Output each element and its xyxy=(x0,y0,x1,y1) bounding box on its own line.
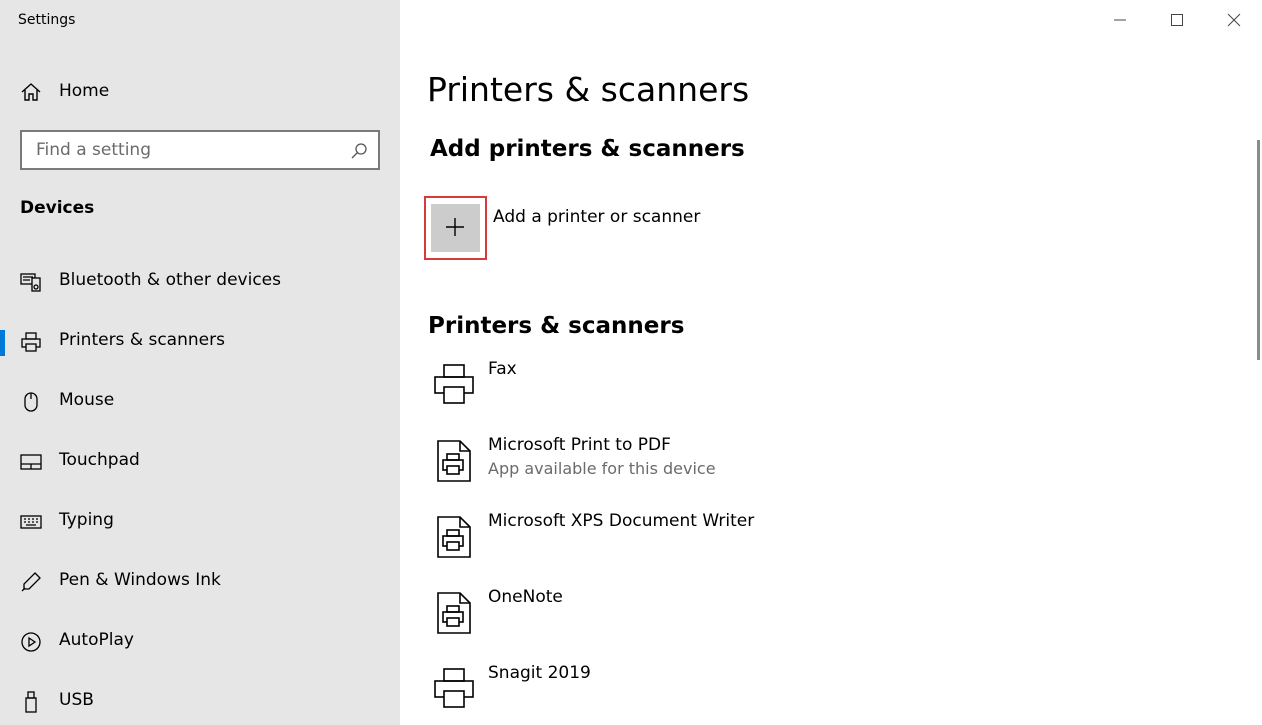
plus-icon xyxy=(446,218,464,236)
sidebar-item-typing[interactable]: Typing xyxy=(0,498,400,546)
sidebar-item-label: USB xyxy=(59,690,94,710)
touchpad-icon xyxy=(20,451,42,473)
sidebar-item-label: AutoPlay xyxy=(59,630,134,650)
page-title: Printers & scanners xyxy=(427,70,750,109)
sidebar-item-printers[interactable]: Printers & scanners xyxy=(0,318,400,366)
minimize-button[interactable] xyxy=(1097,0,1143,40)
printers-list-heading: Printers & scanners xyxy=(428,313,685,339)
device-name: Fax xyxy=(488,359,517,379)
bluetooth-devices-icon xyxy=(20,271,42,293)
add-printer-button[interactable] xyxy=(424,196,487,260)
home-icon xyxy=(20,81,42,103)
search-box[interactable] xyxy=(20,130,380,170)
scrollbar[interactable] xyxy=(1257,140,1260,360)
sidebar-item-mouse[interactable]: Mouse xyxy=(0,378,400,426)
device-name: OneNote xyxy=(488,587,563,607)
device-subtitle: App available for this device xyxy=(488,459,716,478)
sidebar-item-usb[interactable]: USB xyxy=(0,678,400,725)
sidebar-item-label: Printers & scanners xyxy=(59,330,225,350)
autoplay-icon xyxy=(20,631,42,653)
maximize-button[interactable] xyxy=(1154,0,1200,40)
list-item-snagit[interactable]: Snagit 2019 xyxy=(428,663,1128,723)
maximize-icon xyxy=(1171,14,1183,26)
list-item-print-to-pdf[interactable]: Microsoft Print to PDF App available for… xyxy=(428,435,1128,495)
sidebar-item-bluetooth[interactable]: Bluetooth & other devices xyxy=(0,258,400,306)
add-section-heading: Add printers & scanners xyxy=(430,136,745,162)
sidebar-item-label: Typing xyxy=(59,510,114,530)
selected-indicator xyxy=(0,330,5,356)
sidebar-item-pen[interactable]: Pen & Windows Ink xyxy=(0,558,400,606)
list-item-onenote[interactable]: OneNote xyxy=(428,587,1128,647)
print-to-file-icon xyxy=(432,591,476,635)
list-item-fax[interactable]: Fax xyxy=(428,359,1128,419)
home-label: Home xyxy=(59,81,110,101)
home-nav-item[interactable]: Home xyxy=(0,72,400,112)
print-to-file-icon xyxy=(432,439,476,483)
printer-icon xyxy=(20,331,42,353)
add-printer-label[interactable]: Add a printer or scanner xyxy=(493,207,700,227)
main-content: Printers & scanners Add printers & scann… xyxy=(400,0,1262,725)
add-tile-background xyxy=(431,204,480,252)
print-to-file-icon xyxy=(432,515,476,559)
printer-icon xyxy=(432,667,476,711)
search-icon[interactable] xyxy=(350,142,368,160)
close-button[interactable] xyxy=(1211,0,1257,40)
section-heading-devices: Devices xyxy=(20,198,95,218)
sidebar-item-label: Pen & Windows Ink xyxy=(59,570,221,590)
pen-icon xyxy=(20,571,42,593)
printer-icon xyxy=(432,363,476,407)
search-input[interactable] xyxy=(36,139,336,161)
keyboard-icon xyxy=(20,511,42,533)
close-icon xyxy=(1227,13,1241,27)
usb-icon xyxy=(20,691,42,713)
mouse-icon xyxy=(20,391,42,413)
device-name: Snagit 2019 xyxy=(488,663,591,683)
sidebar-item-label: Bluetooth & other devices xyxy=(59,270,281,290)
sidebar-item-label: Mouse xyxy=(59,390,115,410)
minimize-icon xyxy=(1114,19,1126,21)
device-name: Microsoft Print to PDF xyxy=(488,435,671,455)
sidebar-item-autoplay[interactable]: AutoPlay xyxy=(0,618,400,666)
sidebar-item-touchpad[interactable]: Touchpad xyxy=(0,438,400,486)
sidebar: Settings Home Devices xyxy=(0,0,400,725)
list-item-xps-writer[interactable]: Microsoft XPS Document Writer xyxy=(428,511,1128,571)
app-title: Settings xyxy=(18,12,76,28)
device-name: Microsoft XPS Document Writer xyxy=(488,511,755,531)
sidebar-item-label: Touchpad xyxy=(59,450,140,470)
